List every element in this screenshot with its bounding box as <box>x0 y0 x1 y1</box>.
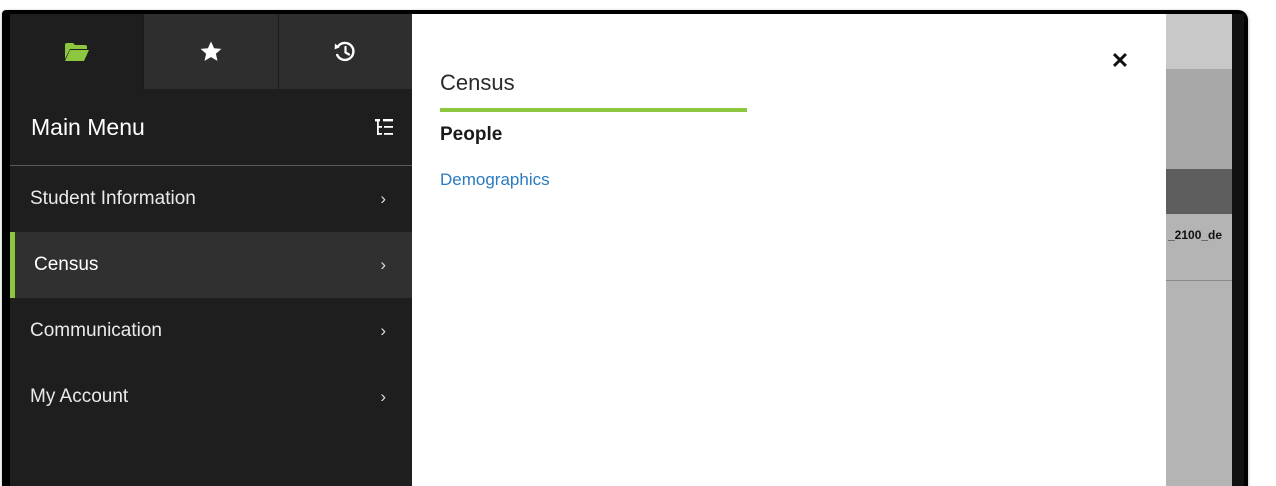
sidebar-tabs <box>10 14 412 89</box>
sidebar: Main Menu Student Information › Census ›… <box>10 14 412 486</box>
window-edge <box>1232 14 1244 486</box>
background-app: _2100_de <box>1166 14 1232 486</box>
flyout-panel: Census ✕ People Demographics <box>412 14 1166 486</box>
panel-title: Census <box>440 70 515 95</box>
background-header <box>1166 14 1232 69</box>
sidebar-item-label: Communication <box>30 320 162 341</box>
sidebar-item-communication[interactable]: Communication › <box>10 298 412 364</box>
chevron-right-icon: › <box>380 255 386 274</box>
background-toolbar <box>1166 69 1232 169</box>
close-button[interactable]: ✕ <box>1107 48 1133 74</box>
tab-favorites[interactable] <box>144 14 279 89</box>
background-table-cell: _2100_de <box>1168 228 1223 242</box>
chevron-right-icon: › <box>380 189 386 208</box>
tab-folders[interactable] <box>10 14 145 89</box>
background-table-header <box>1166 169 1232 214</box>
chevron-right-icon: › <box>380 321 386 340</box>
section-heading-people: People <box>440 124 503 145</box>
sidebar-item-label: Student Information <box>30 188 196 209</box>
sidebar-item-census[interactable]: Census › <box>10 232 412 298</box>
folder-open-icon <box>64 42 89 61</box>
chevron-right-icon: › <box>380 387 386 406</box>
tab-history[interactable] <box>278 14 412 89</box>
menu-title: Main Menu <box>31 113 145 140</box>
sidebar-item-my-account[interactable]: My Account › <box>10 364 412 430</box>
background-row-divider <box>1166 280 1232 281</box>
menu-header: Main Menu <box>10 89 412 166</box>
sidebar-item-label: Census <box>34 254 99 275</box>
panel-title-underline <box>440 108 747 112</box>
history-icon <box>334 41 355 61</box>
link-demographics[interactable]: Demographics <box>440 170 550 190</box>
tree-list-icon[interactable] <box>374 117 394 137</box>
star-icon <box>200 41 222 61</box>
sidebar-item-student-information[interactable]: Student Information › <box>10 166 412 232</box>
sidebar-item-label: My Account <box>30 386 129 407</box>
